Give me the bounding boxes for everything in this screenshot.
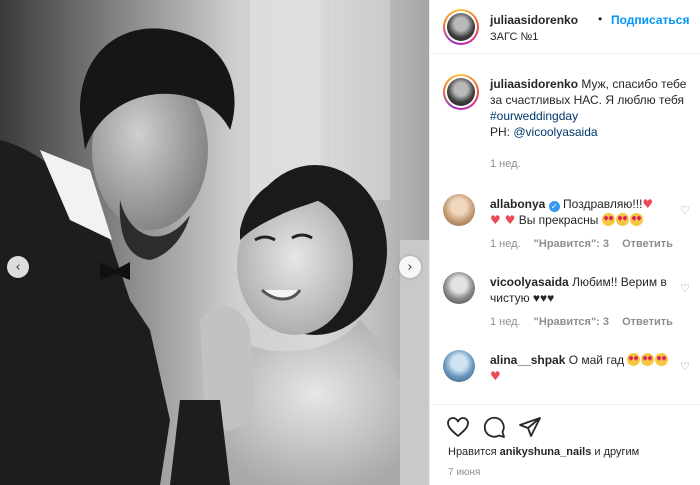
post-date[interactable]: 7 июня [448, 467, 480, 478]
chevron-left-icon: ‹ [15, 259, 21, 275]
comment-text-block: alina__shpak О май гад ♥ [490, 352, 688, 384]
credit-prefix: PH: [490, 125, 514, 139]
caption-username[interactable]: juliaasidorenko [490, 77, 578, 91]
caption-meta: 1 нед. [490, 158, 531, 170]
comment-likes[interactable]: "Нравится": 3 [534, 238, 609, 250]
reply-button[interactable]: Ответить [622, 316, 673, 328]
follow-button[interactable]: Подписаться [611, 13, 689, 27]
author-avatar[interactable] [443, 9, 479, 45]
heart-emoji-icon: ♥ [490, 369, 501, 383]
caption-time[interactable]: 1 нед. [490, 158, 521, 170]
comment-meta: 1 нед. "Нравится": 3 Ответить [490, 316, 683, 328]
verified-icon: ✓ [548, 201, 560, 212]
post-side-panel: juliaasidorenko • Подписаться ЗАГС №1 ju… [429, 0, 700, 485]
likes-suffix[interactable]: и другим [591, 446, 639, 458]
post-actions: Нравится anikyshuna_nails и другим 7 июн… [430, 404, 700, 485]
comment-time[interactable]: 1 нед. [490, 238, 521, 250]
comment-avatar[interactable] [443, 350, 475, 382]
heart-eyes-emoji-icon [601, 213, 615, 226]
like-comment-heart-icon[interactable]: ♡ [680, 204, 690, 217]
post-photo[interactable]: ‹ › [0, 0, 429, 485]
like-comment-heart-icon[interactable]: ♡ [680, 360, 690, 373]
post-header: juliaasidorenko • Подписаться ЗАГС №1 [430, 0, 700, 54]
comments-list[interactable]: juliaasidorenko Муж, спасибо тебе за сча… [430, 54, 700, 404]
share-icon[interactable] [518, 415, 542, 439]
comment-text-block: allabonya ✓ Поздравляю!!!♥ ♥ ♥ Вы прекра… [490, 196, 688, 228]
chevron-right-icon: › [407, 259, 413, 275]
comment-username[interactable]: vicoolyasaida [490, 275, 569, 289]
like-comment-heart-icon[interactable]: ♡ [680, 282, 690, 295]
comment-text-block: vicoolyasaida Любим!! Верим в чистую ♥♥♥ [490, 274, 688, 306]
heart-eyes-emoji-icon [629, 213, 643, 226]
heart-emoji-icon: ♥ ♥ [490, 213, 516, 227]
location-link[interactable]: ЗАГС №1 [490, 31, 538, 43]
separator-dot: • [598, 12, 603, 26]
comment-meta: 1 нед. "Нравится": 3 Ответить [490, 238, 683, 250]
likes-summary: Нравится anikyshuna_nails и другим [448, 446, 639, 458]
comment-icon[interactable] [482, 415, 506, 439]
heart-eyes-emoji-icon [627, 353, 641, 366]
heart-eyes-emoji-icon [641, 353, 655, 366]
next-photo-button[interactable]: › [399, 256, 421, 278]
credit-user-link[interactable]: @vicoolyasaida [513, 125, 597, 139]
comment-avatar[interactable] [443, 194, 475, 226]
author-username[interactable]: juliaasidorenko [490, 13, 578, 27]
previous-photo-button[interactable]: ‹ [7, 256, 29, 278]
heart-emoji-icon: ♥ [642, 197, 654, 211]
heart-eyes-emoji-icon [615, 213, 629, 226]
hashtag-link[interactable]: #ourweddingday [490, 109, 578, 123]
heart-eyes-emoji-icon [655, 353, 669, 366]
likes-prefix: Нравится [448, 446, 500, 458]
comment-text: Поздравляю!!! [563, 197, 643, 211]
caption-avatar[interactable] [443, 74, 479, 110]
comment-username[interactable]: alina__shpak [490, 353, 565, 367]
comment-text-mid: Вы прекрасны [518, 213, 599, 227]
comment-text: О май гад [568, 353, 625, 367]
heart-icon[interactable] [446, 415, 470, 439]
wedding-photo-illustration [0, 0, 429, 485]
comment-likes[interactable]: "Нравится": 3 [534, 316, 609, 328]
comment-username[interactable]: allabonya [490, 197, 545, 211]
comment-time[interactable]: 1 нед. [490, 316, 521, 328]
caption-text-block: juliaasidorenko Муж, спасибо тебе за сча… [490, 76, 688, 140]
likes-user[interactable]: anikyshuna_nails [500, 446, 592, 458]
comment-avatar[interactable] [443, 272, 475, 304]
reply-button[interactable]: Ответить [622, 238, 673, 250]
